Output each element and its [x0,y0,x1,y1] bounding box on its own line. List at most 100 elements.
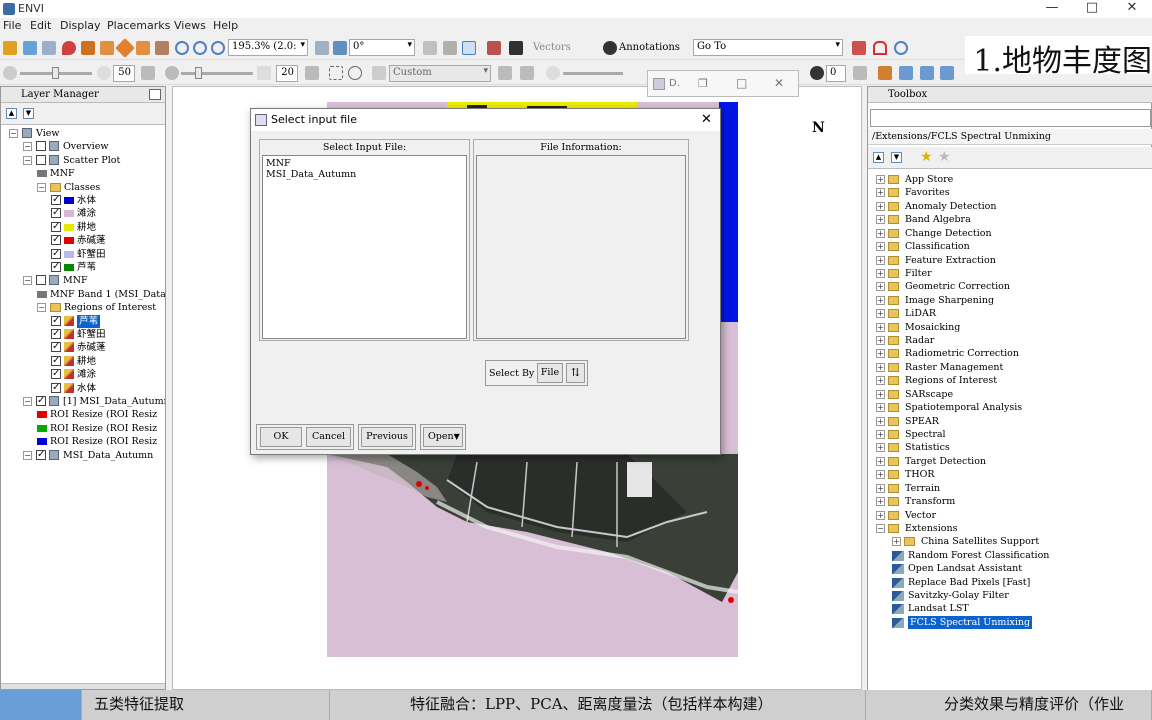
toolbox-item[interactable]: + THOR [868,468,1152,481]
tree-expander-icon[interactable]: + [876,255,885,265]
goto-icon[interactable] [852,41,866,55]
layer-checkbox[interactable] [51,354,61,367]
tree-expander-icon[interactable]: + [876,416,885,426]
tree-expander-icon[interactable]: − [37,303,46,313]
layer-checkbox[interactable] [51,327,61,340]
tree-expander-icon[interactable]: + [876,483,885,493]
data-manager-icon[interactable] [23,41,37,55]
rotate-icon[interactable] [136,41,150,55]
layer-tree-item[interactable]: 耕地 [1,354,165,368]
goto-combo[interactable]: Go To ▾ [693,39,843,56]
maximize-icon[interactable]: □ [736,76,747,90]
toolbox-item[interactable]: + Spatiotemporal Analysis [868,401,1152,414]
tree-expander-icon[interactable]: + [876,242,885,252]
layer-tree-item[interactable]: MNF [1,167,165,180]
refresh-icon[interactable] [305,66,319,80]
layer-checkbox[interactable] [51,206,61,219]
layer-tree-item[interactable]: − MSI_Data_Autumn [1,448,165,462]
refresh-icon[interactable] [141,66,155,80]
toolbox-item[interactable]: + Target Detection [868,455,1152,468]
tree-expander-icon[interactable]: + [876,228,885,238]
zoom-combo[interactable]: 195.3% (2.0: ▾ [228,39,308,56]
layer-tree-item[interactable]: ROI Resize (ROI Resiz [1,422,165,435]
layer-tree-item[interactable]: 赤碱蓬 [1,340,165,354]
stretch-combo[interactable]: Custom ▾ [389,65,491,82]
portal-icon[interactable] [462,41,476,55]
layer-icon[interactable] [42,41,56,55]
horizontal-scrollbar[interactable] [1,683,165,689]
expand-icon[interactable]: ▼ [23,108,34,119]
layer-tree-item[interactable]: 芦苇 [1,260,165,274]
menu-file[interactable]: File [3,19,21,32]
layer-tree-item[interactable]: − Scatter Plot [1,154,165,167]
toolbox-item[interactable]: + Vector [868,509,1152,522]
file-item[interactable]: MNF [266,158,463,169]
toolbox-item[interactable]: + Raster Management [868,361,1152,374]
tree-expander-icon[interactable]: + [876,188,885,198]
rotation-combo[interactable]: 0° ▾ [349,39,415,56]
layer-checkbox[interactable] [51,193,61,206]
toolbox-item[interactable]: + Filter [868,267,1152,280]
collapse-icon[interactable]: ▲ [873,152,884,163]
layer-checkbox[interactable] [51,367,61,380]
layer-tree-item[interactable]: − [1] MSI_Data_Autumn [1,394,165,408]
layer-checkbox[interactable] [51,247,61,260]
open-button[interactable]: Open▼ [423,427,463,447]
layer-tree-item[interactable]: − Overview [1,140,165,153]
sharpen-slider[interactable] [563,72,623,75]
cancel-button[interactable]: Cancel [306,427,351,447]
toolbox-item[interactable]: + App Store [868,173,1152,186]
layer-tree-item[interactable]: − MNF [1,274,165,287]
close-button[interactable]: ✕ [1112,0,1152,18]
tree-expander-icon[interactable]: + [876,336,885,346]
tree-expander-icon[interactable]: + [876,510,885,520]
brightness-field[interactable]: 50 [113,65,135,82]
layer-checkbox[interactable] [36,141,46,152]
split-view-icon[interactable] [940,66,954,80]
tree-expander-icon[interactable]: + [892,537,901,547]
crosshair-icon[interactable] [155,41,169,55]
menu-help[interactable]: Help [213,19,238,32]
input-file-list[interactable]: MNF MSI_Data_Autumn [262,155,467,339]
layer-tree-item[interactable]: − View [1,127,165,140]
toolbox-item[interactable]: + Regions of Interest [868,374,1152,387]
tree-expander-icon[interactable]: + [876,362,885,372]
toolbox-item[interactable]: + LiDAR [868,307,1152,320]
toolbox-item[interactable]: + Radiometric Correction [868,347,1152,360]
image-icon[interactable] [899,66,913,80]
toolbox-search-input[interactable] [870,109,1151,127]
toolbox-item[interactable]: Landsat LST [868,602,1152,615]
close-icon[interactable]: ✕ [774,76,784,90]
tree-expander-icon[interactable]: + [876,201,885,211]
toolbox-item[interactable]: + Geometric Correction [868,280,1152,293]
toolbox-item[interactable]: + SARscape [868,388,1152,401]
toolbox-item[interactable]: + Radar [868,334,1152,347]
toolbox-item[interactable]: Random Forest Classification [868,549,1152,562]
tree-expander-icon[interactable]: + [876,456,885,466]
toolbox-item[interactable]: Savitzky-Golay Filter [868,589,1152,602]
tree-expander-icon[interactable]: − [23,155,32,165]
toolbox-item[interactable]: + Band Algebra [868,213,1152,226]
layer-tree-item[interactable]: ROI Resize (ROI Resiz [1,435,165,448]
film-icon[interactable] [509,41,523,55]
tree-expander-icon[interactable]: + [876,268,885,278]
toolbox-item[interactable]: + Terrain [868,482,1152,495]
toolbox-item[interactable]: Replace Bad Pixels [Fast] [868,576,1152,589]
tree-expander-icon[interactable]: + [876,282,885,292]
sort-icon[interactable]: ⇅ [566,363,585,383]
rotate-left-icon[interactable] [315,41,329,55]
toolbox-item[interactable]: + SPEAR [868,415,1152,428]
tree-expander-icon[interactable]: + [876,175,885,184]
annotation-icon[interactable] [603,41,617,55]
menu-views[interactable]: Views [174,19,206,32]
toolbox-item[interactable]: Open Landsat Assistant [868,562,1152,575]
toolbox-item[interactable]: − Extensions [868,522,1152,535]
toolbox-item[interactable]: + Image Sharpening [868,294,1152,307]
layer-tree-item[interactable]: 虾蟹田 [1,247,165,261]
chart-icon[interactable] [878,66,892,80]
opacity-field[interactable]: 0 [826,65,846,82]
tree-expander-icon[interactable]: + [876,470,885,480]
tree-expander-icon[interactable]: + [876,349,885,359]
layer-tree-item[interactable]: − Regions of Interest [1,301,165,314]
tree-expander-icon[interactable]: − [876,523,885,533]
